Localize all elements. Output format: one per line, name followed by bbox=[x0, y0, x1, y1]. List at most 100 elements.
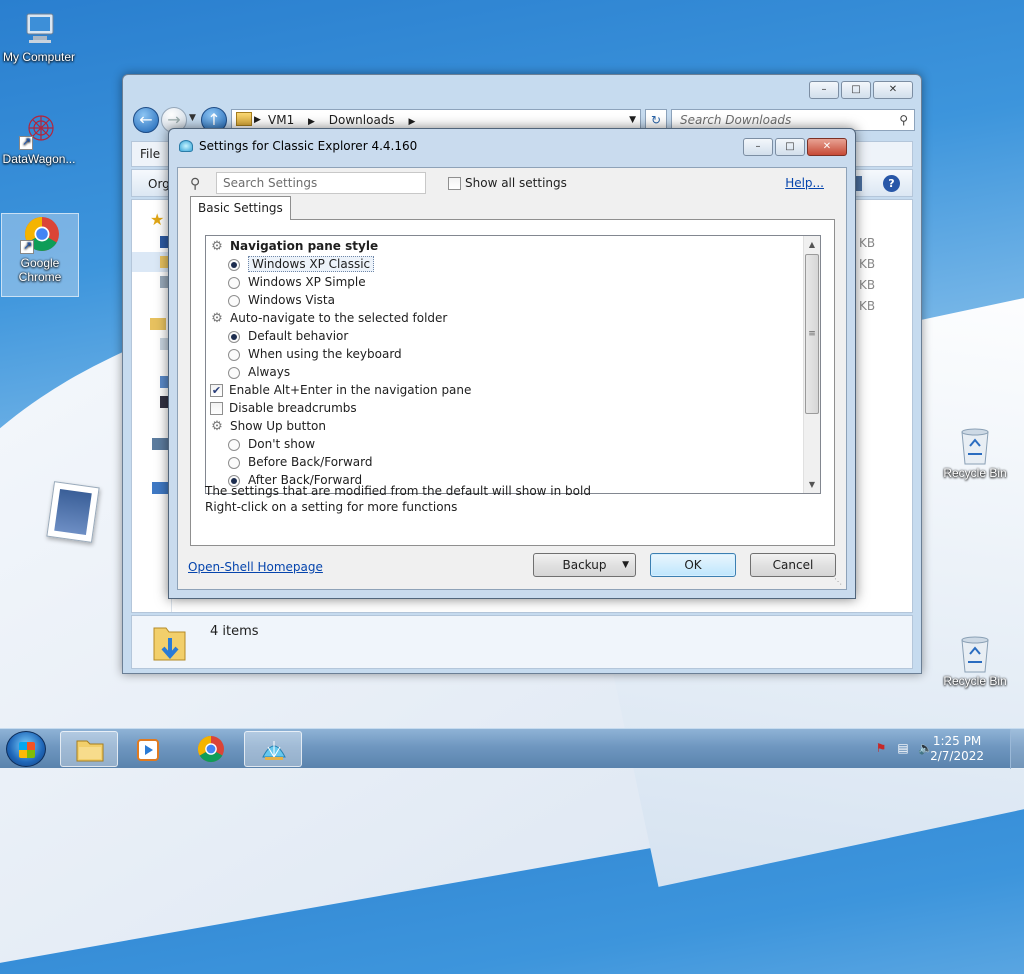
settings-dialog[interactable]: Settings for Classic Explorer 4.4.160 – … bbox=[168, 128, 856, 599]
radio-button[interactable] bbox=[228, 276, 240, 289]
setting-row-group[interactable]: ⚙ Show Up button bbox=[206, 417, 326, 435]
network-icon[interactable]: ▤ bbox=[896, 741, 910, 755]
desktop-icon-recycle-bin[interactable]: Recycle Bin bbox=[936, 632, 1014, 688]
clock-time: 1:25 PM bbox=[932, 734, 982, 748]
desktop-icon-label: Google Chrome bbox=[18, 256, 62, 284]
taskbar-explorer-button[interactable] bbox=[60, 731, 118, 767]
folder-icon bbox=[236, 112, 252, 126]
scroll-thumb[interactable]: ≡ bbox=[805, 254, 819, 414]
desktop-icon-label: My Computer bbox=[2, 50, 76, 64]
desktop-icon-google-chrome[interactable]: Google Chrome bbox=[1, 213, 79, 297]
setting-row-radio[interactable]: Windows XP Classic bbox=[206, 255, 375, 273]
libraries-icon bbox=[150, 318, 166, 330]
scroll-up-icon[interactable]: ▲ bbox=[804, 236, 820, 253]
window-caption-buttons: – □ ✕ bbox=[809, 81, 913, 99]
shortcut-arrow-icon bbox=[19, 135, 33, 150]
setting-row-radio[interactable]: Default behavior bbox=[206, 327, 348, 345]
address-dropdown-icon[interactable]: ▼ bbox=[629, 110, 636, 130]
datawagon-icon bbox=[19, 110, 59, 150]
search-icon: ⚲ bbox=[899, 113, 908, 127]
organize-button[interactable]: Org bbox=[148, 177, 170, 191]
show-all-settings-label: Show all settings bbox=[465, 176, 567, 190]
help-icon[interactable]: ? bbox=[883, 175, 900, 192]
hint-right-click: Right-click on a setting for more functi… bbox=[205, 500, 458, 514]
setting-row-group[interactable]: ⚙ Navigation pane style bbox=[206, 237, 378, 255]
settings-tree[interactable]: After Back/Forward Before Back/Forward Don… bbox=[205, 235, 821, 494]
navigation-pane[interactable]: ★ bbox=[132, 200, 172, 612]
action-center-icon[interactable]: ⚑ bbox=[874, 741, 888, 755]
back-button[interactable]: ← bbox=[133, 107, 159, 133]
help-link[interactable]: Help... bbox=[785, 176, 824, 190]
desktop-icon-label: Recycle Bin bbox=[943, 674, 1007, 688]
open-shell-homepage-link[interactable]: Open-Shell Homepage bbox=[188, 560, 323, 574]
taskbar-media-player-button[interactable] bbox=[120, 731, 178, 767]
dialog-title: Settings for Classic Explorer 4.4.160 bbox=[199, 139, 418, 153]
desktop-icon-label: Recycle Bin bbox=[943, 466, 1007, 480]
clock[interactable]: 1:25 PM 2/7/2022 bbox=[930, 734, 984, 764]
recycle-bin-icon bbox=[955, 424, 995, 465]
close-button[interactable]: ✕ bbox=[807, 138, 847, 156]
file-size: KB bbox=[859, 278, 876, 292]
setting-label: When using the keyboard bbox=[248, 347, 402, 361]
radio-button[interactable] bbox=[228, 438, 240, 451]
setting-row-radio[interactable]: Windows XP Simple bbox=[206, 273, 366, 291]
breadcrumb-separator-icon: ▶ bbox=[254, 115, 261, 125]
cancel-button[interactable]: Cancel bbox=[750, 553, 836, 577]
setting-row-radio[interactable]: Before Back/Forward bbox=[206, 453, 372, 471]
minimize-button[interactable]: – bbox=[809, 81, 839, 99]
resize-grip-icon[interactable]: ⋱ bbox=[834, 577, 844, 587]
recent-pages-dropdown[interactable]: ▼ bbox=[189, 113, 196, 123]
radio-button[interactable] bbox=[228, 348, 240, 361]
setting-row-check[interactable]: ✔ Enable Alt+Enter in the navigation pane bbox=[206, 381, 471, 399]
radio-button[interactable] bbox=[228, 258, 240, 271]
radio-button[interactable] bbox=[228, 294, 240, 307]
show-all-settings-checkbox[interactable]: Show all settings bbox=[448, 176, 567, 190]
tab-basic-settings[interactable]: Basic Settings bbox=[190, 196, 291, 220]
menu-file[interactable]: File bbox=[140, 147, 160, 161]
radio-button[interactable] bbox=[228, 456, 240, 469]
dialog-titlebar[interactable]: Settings for Classic Explorer 4.4.160 – … bbox=[169, 129, 855, 159]
checkbox[interactable]: ✔ bbox=[210, 384, 223, 397]
search-settings-input[interactable]: Search Settings bbox=[216, 172, 426, 194]
shell-icon bbox=[179, 140, 193, 152]
start-button[interactable] bbox=[6, 731, 46, 767]
minimize-button[interactable]: – bbox=[743, 138, 773, 156]
network-nav-icon bbox=[152, 482, 168, 494]
setting-row-radio[interactable]: Windows Vista bbox=[206, 291, 335, 309]
desktop-icon-recycle-bin[interactable]: Recycle Bin bbox=[936, 424, 1014, 480]
settings-scrollbar[interactable]: ▲ ≡ ▼ bbox=[803, 236, 820, 493]
setting-row-radio[interactable]: When using the keyboard bbox=[206, 345, 402, 363]
computer-icon bbox=[19, 8, 59, 48]
breadcrumb-downloads[interactable]: Downloads bbox=[329, 113, 395, 127]
search-placeholder: Search Downloads bbox=[680, 113, 792, 127]
gear-icon: ⚙ bbox=[211, 310, 223, 326]
breadcrumb-vm1[interactable]: VM1 bbox=[268, 113, 294, 127]
setting-row-group[interactable]: ⚙ Auto-navigate to the selected folder bbox=[206, 309, 447, 327]
backup-button[interactable]: Backup ▼ bbox=[533, 553, 636, 577]
setting-row-check[interactable]: Disable breadcrumbs bbox=[206, 399, 357, 417]
scroll-down-icon[interactable]: ▼ bbox=[804, 476, 820, 493]
show-desktop-button[interactable] bbox=[1010, 729, 1024, 769]
setting-label: Don't show bbox=[248, 437, 316, 451]
maximize-button[interactable]: □ bbox=[775, 138, 805, 156]
desktop-icon-datawagon[interactable]: DataWagon... bbox=[0, 110, 78, 166]
chrome-icon bbox=[20, 214, 60, 254]
checkbox[interactable] bbox=[210, 402, 223, 415]
setting-row-radio[interactable]: Always bbox=[206, 363, 290, 381]
tab-panel: After Back/Forward Before Back/Forward Don… bbox=[190, 219, 835, 546]
window-graphic bbox=[46, 481, 100, 543]
ok-button[interactable]: OK bbox=[650, 553, 736, 577]
radio-button[interactable] bbox=[228, 330, 240, 343]
taskbar-chrome-button[interactable] bbox=[182, 731, 240, 767]
search-settings-placeholder: Search Settings bbox=[223, 176, 318, 190]
backup-button-label: Backup bbox=[562, 558, 607, 572]
desktop-icon-my-computer[interactable]: My Computer bbox=[0, 8, 78, 64]
radio-button[interactable] bbox=[228, 366, 240, 379]
maximize-button[interactable]: □ bbox=[841, 81, 871, 99]
clock-date: 2/7/2022 bbox=[930, 749, 984, 763]
taskbar-open-shell-button[interactable] bbox=[244, 731, 302, 767]
checkbox-icon[interactable] bbox=[448, 176, 461, 190]
computer-nav-icon bbox=[152, 438, 168, 450]
setting-row-radio[interactable]: Don't show bbox=[206, 435, 315, 453]
close-button[interactable]: ✕ bbox=[873, 81, 913, 99]
